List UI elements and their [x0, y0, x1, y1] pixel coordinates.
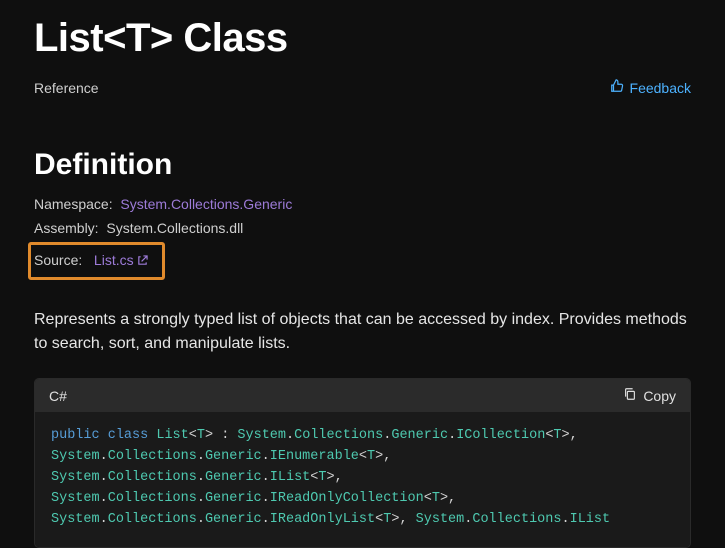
thumbs-up-icon	[610, 79, 624, 96]
meta-row: Reference Feedback	[34, 79, 691, 96]
reference-label: Reference	[34, 80, 99, 96]
assembly-value: System.Collections.dll	[106, 220, 243, 236]
definition-heading: Definition	[34, 148, 691, 182]
namespace-link[interactable]: System.Collections.Generic	[120, 196, 292, 212]
source-highlight-box: Source: List.cs	[28, 242, 165, 280]
source-label: Source:	[34, 252, 82, 268]
source-link[interactable]: List.cs	[90, 252, 148, 268]
copy-label: Copy	[643, 388, 676, 404]
code-header: C# Copy	[35, 379, 690, 412]
code-language-label: C#	[49, 388, 67, 404]
namespace-row: Namespace: System.Collections.Generic	[34, 196, 691, 212]
namespace-label: Namespace:	[34, 196, 113, 212]
external-link-icon	[137, 253, 148, 269]
code-block: C# Copy public class List<T> : System.Co…	[34, 378, 691, 548]
page-title: List<T> Class	[34, 0, 691, 61]
assembly-row: Assembly: System.Collections.dll	[34, 220, 691, 236]
code-content: public class List<T> : System.Collection…	[35, 412, 690, 547]
assembly-label: Assembly:	[34, 220, 99, 236]
copy-icon	[623, 387, 637, 404]
copy-button[interactable]: Copy	[623, 387, 676, 404]
feedback-button[interactable]: Feedback	[610, 79, 691, 96]
description-text: Represents a strongly typed list of obje…	[34, 308, 691, 356]
feedback-label: Feedback	[630, 80, 691, 96]
